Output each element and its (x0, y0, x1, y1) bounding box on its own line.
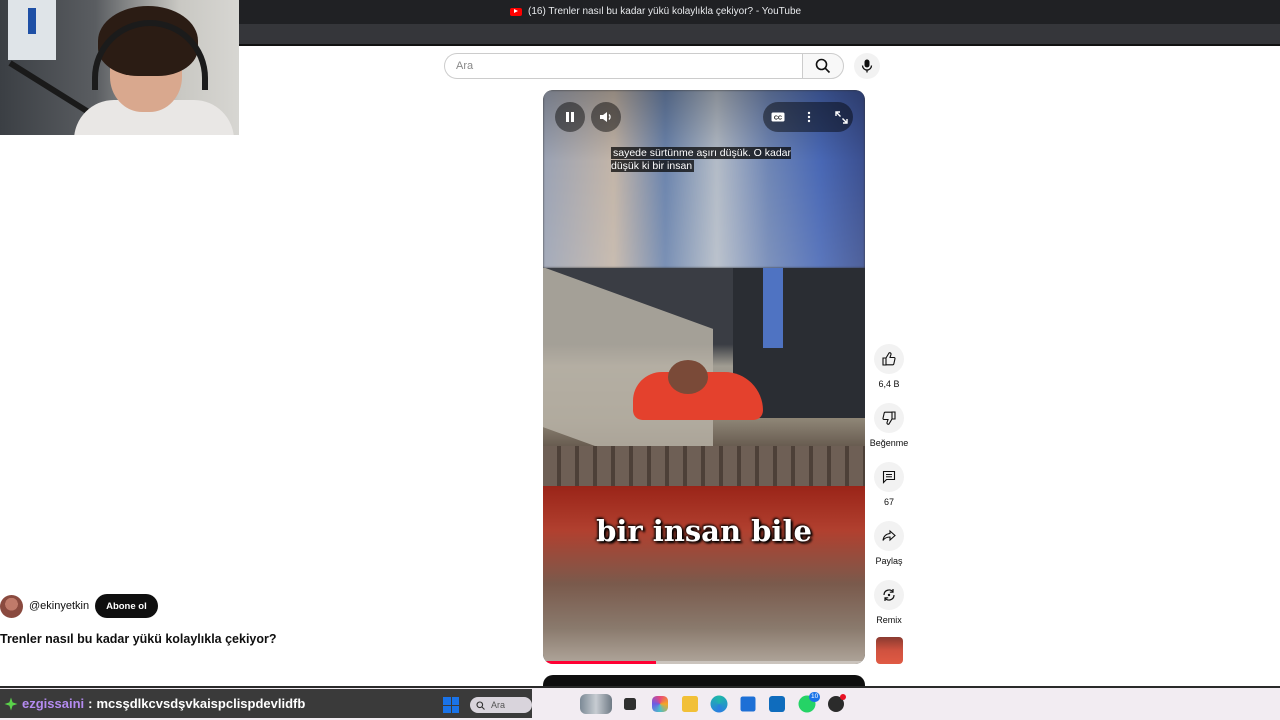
comment-count: 67 (883, 497, 894, 507)
webcam-overlay (0, 0, 239, 135)
outlook-icon[interactable] (769, 696, 785, 712)
video-frame-main (543, 268, 865, 486)
edge-icon[interactable] (710, 695, 728, 713)
thumbs-up-icon (882, 352, 896, 366)
tab-title: (16) Trenler nasıl bu kadar yükü kolaylı… (528, 6, 802, 17)
video-frame-bottom-blur (543, 486, 865, 664)
like-button[interactable] (874, 344, 904, 374)
voice-search-button[interactable] (854, 53, 880, 79)
whatsapp-unread-badge: 10 (809, 692, 821, 702)
store-icon[interactable] (740, 696, 756, 712)
comments-button[interactable] (874, 462, 904, 492)
pause-button[interactable] (555, 102, 585, 132)
search-button[interactable] (802, 53, 844, 79)
chat-username: ezgissaini (22, 696, 85, 711)
svg-text:CC: CC (774, 115, 782, 121)
dislike-button[interactable] (874, 403, 904, 433)
channel-info: @ekinyetkin Abone ol (0, 594, 158, 618)
copilot-icon[interactable] (652, 696, 668, 712)
window-title: (16) Trenler nasıl bu kadar yükü kolaylı… (510, 6, 801, 17)
widgets-icon[interactable] (580, 694, 612, 714)
sound-thumbnail[interactable] (876, 637, 903, 664)
share-arrow-icon (882, 529, 896, 542)
search-input[interactable] (444, 53, 802, 79)
fullscreen-button[interactable] (826, 102, 856, 132)
share-button[interactable] (874, 521, 904, 551)
remix-action[interactable]: Remix (868, 580, 910, 625)
dislike-label: Beğenme (869, 438, 909, 448)
chat-separator: : (88, 696, 93, 711)
search-icon (815, 58, 831, 74)
like-count: 6,4 B (878, 379, 900, 389)
search-bar (444, 53, 880, 79)
search-icon (476, 700, 485, 710)
like-action[interactable]: 6,4 B (868, 344, 910, 389)
microphone-icon (861, 59, 873, 73)
expand-icon (834, 110, 848, 124)
share-action[interactable]: Paylaş (868, 521, 910, 566)
youtube-shorts-page: CC sayede sürtünme aşırı düşük. O kadar … (0, 46, 1280, 695)
subscribe-button[interactable]: Abone ol (95, 594, 158, 618)
dislike-action[interactable]: Beğenme (868, 403, 910, 448)
shorts-video-player[interactable]: CC sayede sürtünme aşırı düşük. O kadar … (543, 90, 865, 664)
remix-button[interactable] (874, 580, 904, 610)
comment-icon (882, 470, 896, 484)
remix-label: Remix (876, 615, 902, 625)
channel-avatar[interactable] (0, 594, 23, 618)
more-options-button[interactable] (794, 102, 824, 132)
video-title: Trenler nasıl bu kadar yükü kolaylıkla ç… (0, 632, 277, 646)
video-progress-bar[interactable] (543, 661, 865, 664)
burned-in-subtitle: bir insan bile (596, 514, 812, 548)
captions-button[interactable]: CC (763, 102, 793, 132)
more-vertical-icon (807, 111, 811, 123)
windows-start-icon[interactable] (443, 697, 459, 713)
volume-icon (600, 112, 611, 122)
closed-captions-icon: CC (771, 112, 785, 122)
video-progress-fill (543, 661, 656, 664)
share-label: Paylaş (875, 556, 903, 566)
chat-message: mcsşdlkcvsdşvkaispclispdevlidfb (96, 696, 306, 711)
closed-caption-text: sayede sürtünme aşırı düşük. O kadar düş… (611, 147, 792, 172)
folder-icon[interactable] (682, 696, 698, 712)
sparkle-badge-icon (4, 697, 18, 710)
volume-button[interactable] (591, 102, 621, 132)
thumbs-down-icon (882, 411, 896, 425)
remix-icon (883, 589, 895, 601)
file-icon[interactable] (624, 698, 636, 710)
youtube-favicon-icon (510, 7, 522, 16)
notification-dot (840, 694, 846, 700)
channel-handle[interactable]: @ekinyetkin (29, 600, 89, 612)
taskbar-search-label: Ara (491, 700, 506, 710)
pause-icon (566, 112, 574, 122)
comments-action[interactable]: 67 (868, 462, 910, 507)
taskbar-search[interactable]: Ara (470, 697, 532, 713)
